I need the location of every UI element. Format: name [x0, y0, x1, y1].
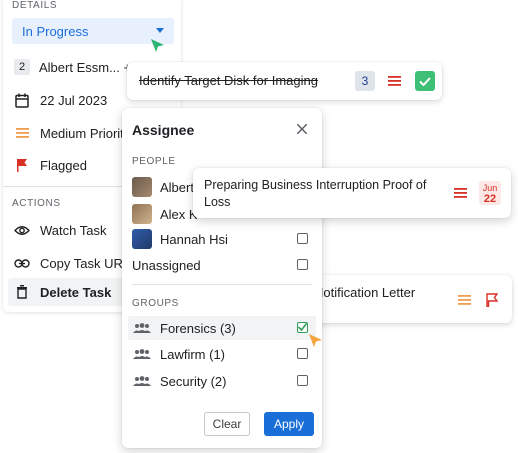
task-title: Identify Target Disk for Imaging: [139, 73, 318, 88]
flag-value: Flagged: [40, 157, 87, 173]
checkbox[interactable]: [297, 233, 308, 244]
group-name: Security (2): [160, 373, 227, 389]
group-name: Lawfirm (1): [160, 346, 226, 362]
task-card[interactable]: Preparing Business Interruption Proof of…: [193, 168, 511, 218]
trash-icon: [12, 285, 32, 299]
group-option[interactable]: Forensics (3): [128, 316, 316, 340]
calendar-icon: [12, 93, 32, 108]
close-icon[interactable]: [297, 124, 307, 134]
assignee-count-badge: 2: [14, 59, 30, 75]
group-icon: [132, 376, 152, 386]
due-date-badge: Jun 22: [479, 181, 501, 205]
groups-section-label: GROUPS: [132, 298, 179, 309]
task-card[interactable]: Notification Letter: [300, 275, 512, 323]
checkbox[interactable]: [297, 375, 308, 386]
person-name: Unassigned: [132, 257, 201, 273]
due-date-day: 22: [483, 193, 497, 205]
chevron-down-icon: [156, 28, 164, 33]
assignee-popup: Assignee PEOPLE Albert Essmann Alex K Ha…: [122, 108, 322, 448]
person-option[interactable]: Unassigned: [132, 254, 322, 276]
complete-check-icon[interactable]: [415, 71, 435, 91]
group-icon: [132, 349, 152, 359]
high-priority-icon: [454, 188, 467, 198]
group-name: Forensics (3): [160, 320, 236, 336]
group-option[interactable]: Security (2): [132, 370, 322, 392]
cursor-arrow-icon: [150, 38, 166, 54]
popup-title: Assignee: [132, 122, 195, 138]
people-section-label: PEOPLE: [132, 156, 176, 167]
details-section-label: DETAILS: [12, 0, 58, 11]
high-priority-icon: [388, 76, 401, 86]
priority-value: Medium Priority: [40, 125, 131, 141]
task-card[interactable]: Identify Target Disk for Imaging 3: [127, 62, 442, 100]
task-title: Notification Letter: [314, 285, 416, 300]
subtask-count-badge: 3: [355, 71, 375, 91]
avatar: [132, 229, 152, 249]
flag-icon: [12, 158, 32, 172]
medium-priority-icon: [12, 128, 32, 138]
checkbox[interactable]: [297, 259, 308, 270]
checkbox[interactable]: [297, 322, 308, 333]
watch-task-label: Watch Task: [40, 222, 107, 238]
date-value: 22 Jul 2023: [40, 92, 108, 108]
group-icon: [132, 323, 152, 333]
avatar: [132, 204, 152, 224]
cursor-arrow-icon: [308, 333, 324, 349]
person-option[interactable]: Hannah Hsi: [132, 228, 322, 250]
apply-button[interactable]: Apply: [264, 412, 314, 436]
person-name: Hannah Hsi: [160, 231, 228, 247]
divider: [132, 284, 312, 285]
actions-section-label: ACTIONS: [12, 198, 61, 209]
clear-label: Clear: [212, 417, 242, 431]
copy-task-url-label: Copy Task URL: [40, 255, 131, 271]
status-value: In Progress: [22, 23, 89, 39]
flag-icon: [486, 293, 498, 307]
avatar: [132, 177, 152, 197]
person-name: Alex K: [160, 206, 198, 222]
medium-priority-icon: [458, 295, 471, 305]
task-title: Preparing Business Interruption Proof of…: [204, 178, 427, 209]
checkbox[interactable]: [297, 348, 308, 359]
apply-label: Apply: [273, 417, 305, 431]
group-option[interactable]: Lawfirm (1): [132, 343, 322, 365]
eye-icon: [12, 225, 32, 236]
link-icon: [12, 258, 32, 268]
clear-button[interactable]: Clear: [204, 412, 250, 436]
delete-task-label: Delete Task: [40, 284, 112, 300]
due-date-month: Jun: [482, 183, 498, 193]
